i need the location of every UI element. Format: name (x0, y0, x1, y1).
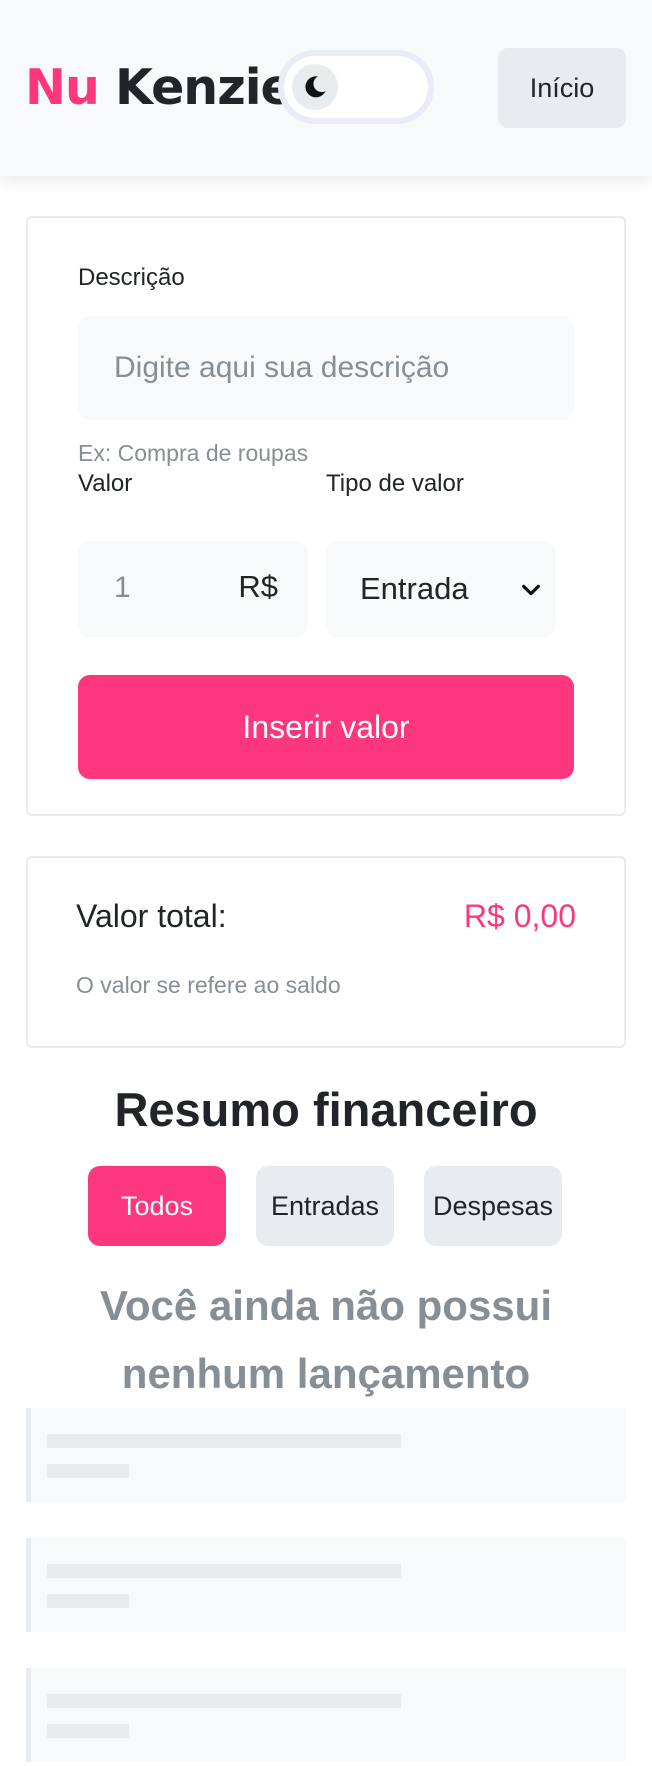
empty-message-line1: Você ainda não possui (100, 1282, 552, 1329)
home-button[interactable]: Início (498, 48, 626, 128)
logo-nu: Nu (25, 59, 100, 116)
logo: Nu Kenzie (25, 56, 294, 120)
total-hint: O valor se refere ao saldo (76, 972, 341, 998)
skeleton-line (47, 1434, 401, 1448)
description-input[interactable]: Digite aqui sua descrição (78, 316, 574, 420)
logo-kenzie: Kenzie (114, 59, 294, 116)
value-label: Valor (78, 470, 133, 497)
description-label: Descrição (78, 264, 185, 291)
total-label: Valor total: (76, 898, 227, 934)
insert-value-button[interactable]: Inserir valor (78, 675, 574, 779)
skeleton-card (26, 1408, 626, 1502)
total-card: Valor total: R$ 0,00 O valor se refere a… (26, 856, 626, 1048)
type-select-value: Entrada (360, 571, 469, 606)
app-header: Nu Kenzie Início (0, 0, 652, 176)
skeleton-line (47, 1464, 129, 1478)
theme-toggle[interactable] (278, 50, 434, 124)
type-select[interactable]: Entrada (326, 541, 556, 637)
empty-message: Você ainda não possui nenhum lançamento (56, 1272, 596, 1408)
type-label: Tipo de valor (326, 470, 464, 497)
summary-title: Resumo financeiro (114, 1083, 538, 1136)
total-value: R$ 0,00 (463, 898, 576, 934)
skeleton-card (26, 1538, 626, 1632)
value-input[interactable]: 1 R$ (78, 541, 308, 637)
empty-message-line2: nenhum lançamento (121, 1350, 531, 1397)
filter-entradas[interactable]: Entradas (256, 1166, 394, 1246)
filter-todos[interactable]: Todos (88, 1166, 226, 1246)
skeleton-line (47, 1564, 401, 1578)
currency-label: R$ (238, 569, 278, 604)
entry-form: Descrição Digite aqui sua descrição Ex: … (26, 216, 626, 816)
skeleton-line (47, 1724, 129, 1738)
theme-toggle-knob (292, 64, 338, 110)
description-hint: Ex: Compra de roupas (78, 440, 309, 466)
filter-despesas[interactable]: Despesas (424, 1166, 562, 1246)
description-placeholder: Digite aqui sua descrição (114, 351, 450, 384)
skeleton-line (47, 1694, 401, 1708)
value-input-text: 1 (114, 571, 131, 604)
skeleton-card (26, 1668, 626, 1762)
skeleton-line (47, 1594, 129, 1608)
moon-icon (305, 76, 326, 98)
chevron-down-icon (522, 584, 540, 596)
